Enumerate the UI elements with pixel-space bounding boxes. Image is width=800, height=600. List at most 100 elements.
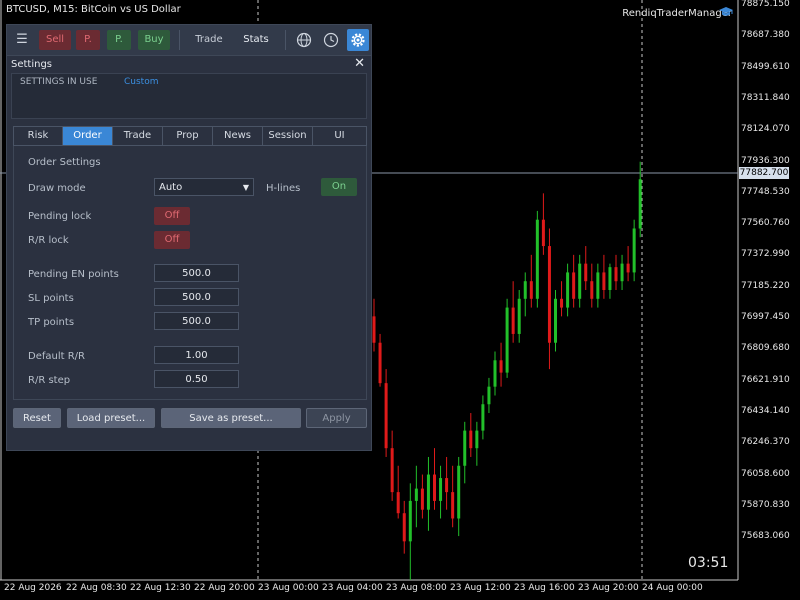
toolbar-divider: [285, 30, 286, 50]
price-axis-label: 78875.150: [741, 0, 790, 9]
rr-lock-toggle[interactable]: Off: [154, 231, 190, 249]
menu-icon[interactable]: ☰: [13, 30, 31, 50]
candle-down: [590, 281, 594, 299]
candle-down: [390, 448, 394, 493]
tab-risk[interactable]: Risk: [14, 127, 63, 145]
time-axis-label: 23 Aug 12:00: [450, 583, 511, 593]
pending-lock-label: Pending lock: [28, 211, 92, 222]
tab-ui[interactable]: UI: [313, 127, 366, 145]
candle-down: [547, 246, 551, 343]
gear-icon[interactable]: [347, 29, 369, 51]
time-axis-label: 22 Aug 08:30: [66, 583, 127, 593]
price-axis-label: 76434.140: [741, 405, 790, 416]
sell-button[interactable]: Sell: [39, 30, 71, 50]
price-axis-label: 78124.070: [741, 124, 790, 135]
candle-up: [439, 478, 443, 501]
tp-points-label: TP points: [28, 317, 75, 328]
time-axis-label: 22 Aug 20:00: [194, 583, 255, 593]
candle-up: [517, 298, 521, 334]
sl-points-field[interactable]: 500.0: [154, 288, 239, 306]
candle-down: [560, 298, 564, 308]
price-axis-label: 77560.760: [741, 218, 790, 229]
candle-up: [414, 488, 418, 501]
settings-tabs: Risk Order Trade Prop News Session UI: [13, 126, 367, 146]
tab-trade[interactable]: Trade: [113, 127, 163, 145]
apply-button[interactable]: Apply: [306, 408, 367, 428]
current-price-tag: 77882.700: [739, 167, 789, 179]
toolbar-divider: [179, 30, 180, 50]
candle-up: [620, 263, 624, 282]
candle-down: [572, 272, 576, 299]
price-axis-label: 78687.380: [741, 30, 790, 41]
candle-up: [493, 360, 497, 387]
draw-mode-label: Draw mode: [28, 183, 86, 194]
candle-up: [475, 430, 479, 449]
tab-prop[interactable]: Prop: [163, 127, 213, 145]
pending-buy-button[interactable]: P.: [107, 30, 131, 50]
time-axis-label: 23 Aug 08:00: [386, 583, 447, 593]
candle-down: [499, 360, 503, 373]
candle-down: [511, 307, 515, 334]
rr-lock-label: R/R lock: [28, 235, 69, 246]
candle-up: [554, 298, 557, 343]
settings-in-use-label: SETTINGS IN USE: [20, 77, 98, 87]
default-rr-field[interactable]: 1.00: [154, 346, 239, 364]
panel-toolbar: ☰ Sell P. P. Buy Trade Stats: [7, 25, 371, 56]
candle-down: [384, 383, 388, 449]
tab-session[interactable]: Session: [263, 127, 313, 145]
price-axis-label: 76246.370: [741, 437, 790, 448]
pending-en-points-label: Pending EN points: [28, 269, 119, 280]
candle-down: [402, 513, 406, 542]
candle-up: [481, 404, 485, 431]
load-preset-button[interactable]: Load preset...: [67, 408, 155, 428]
candle-down: [602, 272, 606, 290]
time-axis-label: 22 Aug 12:30: [130, 583, 191, 593]
candle-down: [372, 316, 376, 343]
price-axis-label: 75870.830: [741, 499, 790, 510]
candle-down: [469, 430, 473, 449]
price-axis-label: 76997.450: [741, 312, 790, 322]
time-axis-label: 23 Aug 20:00: [578, 583, 639, 593]
chevron-down-icon: ▼: [242, 183, 249, 192]
candle-up: [638, 179, 642, 229]
panel-title: Settings: [11, 59, 53, 70]
time-axis-label: 23 Aug 16:00: [514, 583, 575, 593]
save-preset-button[interactable]: Save as preset...: [161, 408, 301, 428]
price-axis-label: 77748.530: [741, 186, 790, 197]
candle-down: [445, 478, 449, 493]
candle-up: [505, 307, 509, 373]
candle-down: [451, 492, 455, 519]
candle-up: [535, 219, 539, 299]
tab-news[interactable]: News: [213, 127, 263, 145]
pending-en-points-field[interactable]: 500.0: [154, 264, 239, 282]
candle-down: [614, 267, 618, 282]
stats-view-button[interactable]: Stats: [237, 30, 275, 50]
hlines-label: H-lines: [266, 183, 301, 194]
pending-lock-toggle[interactable]: Off: [154, 207, 190, 225]
pending-sell-button[interactable]: P.: [76, 30, 100, 50]
candle-up: [487, 386, 491, 405]
settings-in-use-box: SETTINGS IN USE Custom: [11, 73, 367, 119]
candle-down: [433, 474, 436, 501]
sl-points-label: SL points: [28, 293, 74, 304]
graduation-cap-icon: [719, 7, 733, 16]
close-icon[interactable]: ✕: [354, 56, 365, 71]
settings-in-use-value: Custom: [124, 77, 159, 87]
tab-order[interactable]: Order: [63, 127, 113, 145]
candle-down: [626, 263, 630, 273]
buy-button[interactable]: Buy: [138, 30, 170, 50]
rr-step-field[interactable]: 0.50: [154, 370, 239, 388]
draw-mode-select[interactable]: Auto ▼: [154, 178, 254, 196]
tp-points-field[interactable]: 500.0: [154, 312, 239, 330]
reset-button[interactable]: Reset: [13, 408, 61, 428]
hlines-toggle[interactable]: On: [321, 178, 357, 196]
time-axis-label: 23 Aug 00:00: [258, 583, 319, 593]
time-axis-label: 22 Aug 2026: [4, 583, 62, 593]
trade-view-button[interactable]: Trade: [189, 30, 229, 50]
order-settings-content: Order Settings Draw mode Auto ▼ H-lines …: [13, 146, 367, 400]
globe-icon[interactable]: [293, 29, 315, 51]
section-title: Order Settings: [28, 157, 101, 168]
panel-titlebar: Settings ✕: [7, 55, 371, 73]
draw-mode-value: Auto: [159, 182, 183, 193]
clock-icon[interactable]: [320, 29, 342, 51]
